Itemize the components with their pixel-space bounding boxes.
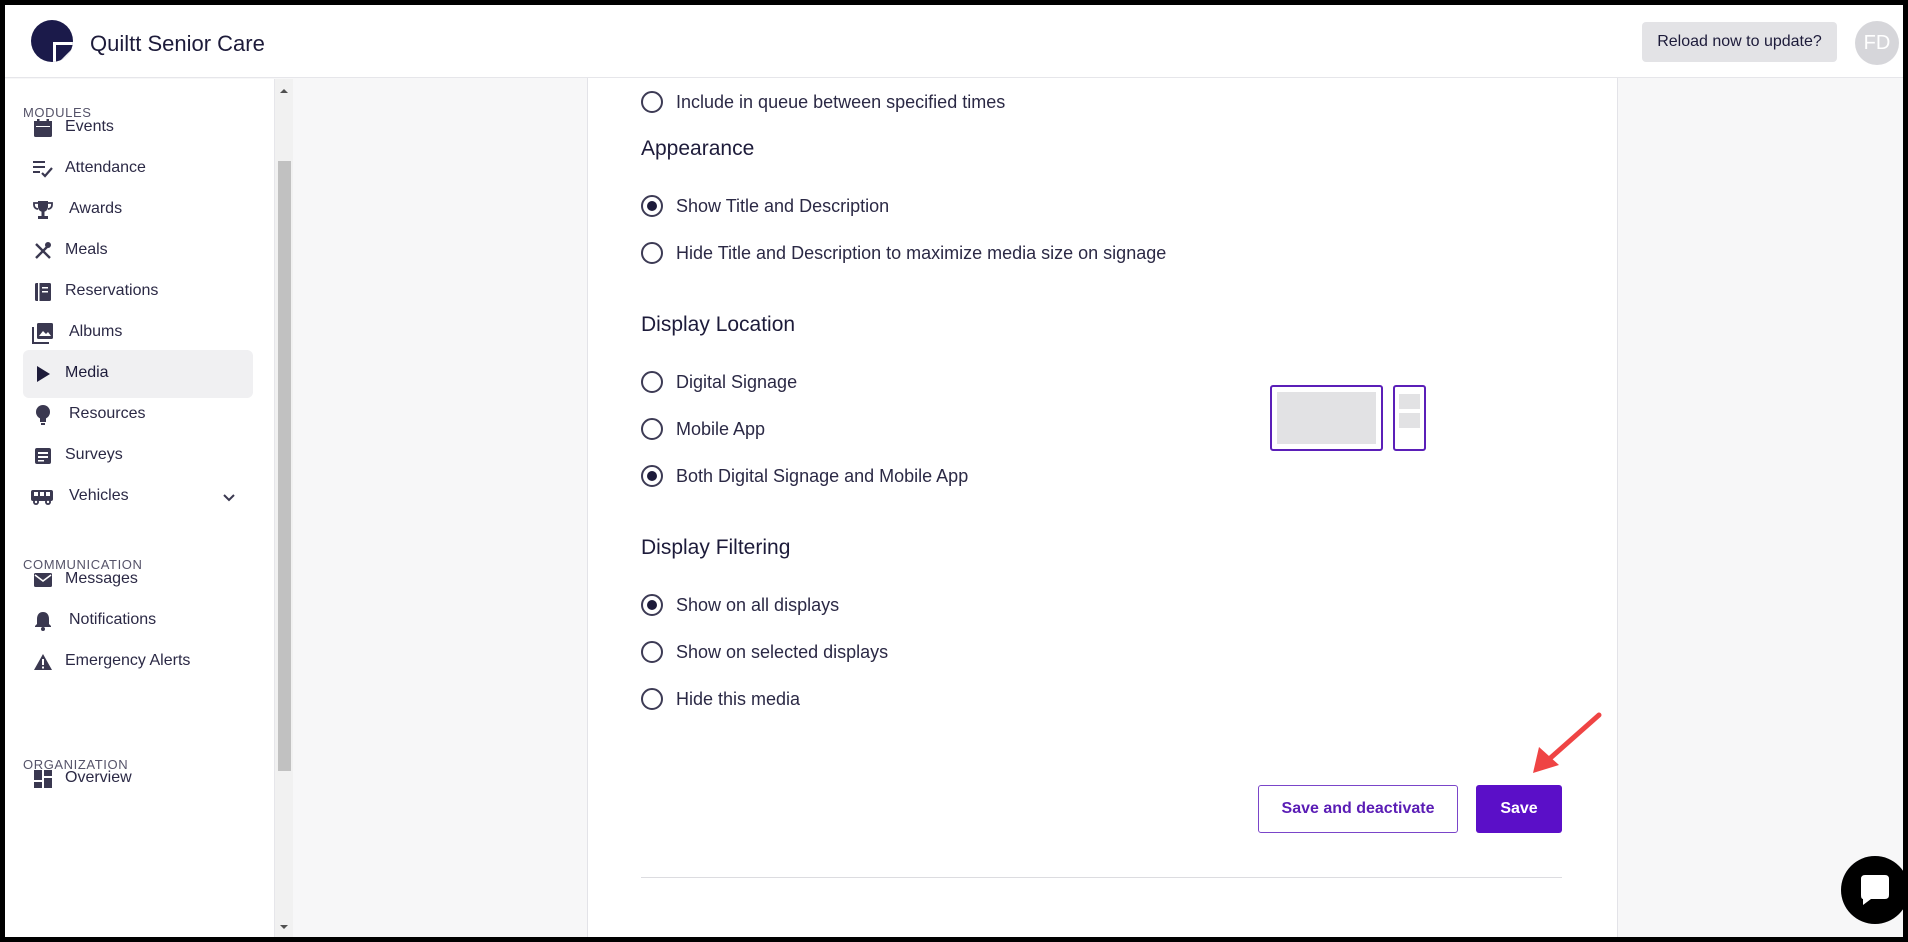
- queue-times-radio[interactable]: Include in queue between specified times: [641, 89, 1005, 115]
- sidebar-item-label: Attendance: [65, 159, 146, 176]
- media-settings-form: Include in queue between specified times…: [587, 78, 1618, 937]
- show-selected-displays-radio[interactable]: Show on selected displays: [641, 639, 888, 665]
- mobile-app-radio[interactable]: Mobile App: [641, 416, 765, 442]
- chat-launcher-button[interactable]: [1841, 856, 1903, 924]
- mail-icon: [31, 568, 55, 592]
- scroll-up-icon[interactable]: [278, 85, 290, 97]
- save-button[interactable]: Save: [1476, 785, 1562, 833]
- sidebar-item-label: Meals: [65, 241, 108, 258]
- sidebar-item-label: Surveys: [65, 446, 123, 463]
- bus-icon: [29, 485, 57, 509]
- radio-circle[interactable]: [641, 594, 663, 616]
- chevron-down-icon[interactable]: [219, 487, 239, 507]
- sidebar-item-label: Media: [65, 364, 109, 381]
- trophy-icon: [31, 198, 55, 222]
- hide-title-description-radio[interactable]: Hide Title and Description to maximize m…: [641, 240, 1166, 266]
- radio-circle[interactable]: [641, 641, 663, 663]
- warning-icon: [31, 650, 55, 674]
- sidebar-item-label: Awards: [69, 200, 123, 217]
- checklist-icon: [31, 157, 55, 181]
- reload-button[interactable]: Reload now to update?: [1642, 22, 1837, 62]
- play-icon: [31, 362, 55, 386]
- lightbulb-icon: [31, 403, 55, 427]
- sidebar-item-label: Overview: [65, 769, 132, 786]
- top-bar: Quiltt Senior Care Reload now to update?…: [5, 5, 1903, 78]
- mobile-preview-illustration: [1393, 385, 1426, 451]
- app-title: Quiltt Senior Care: [90, 31, 265, 56]
- scroll-down-icon[interactable]: [278, 921, 290, 933]
- sidebar-item-emergency-alerts[interactable]: Emergency Alerts: [23, 638, 253, 686]
- radio-circle[interactable]: [641, 688, 663, 710]
- sidebar-item-label: Notifications: [69, 611, 157, 628]
- photo-library-icon: [31, 321, 55, 345]
- show-title-description-radio[interactable]: Show Title and Description: [641, 193, 889, 219]
- radio-circle[interactable]: [641, 195, 663, 217]
- save-and-deactivate-button[interactable]: Save and deactivate: [1258, 785, 1458, 833]
- radio-circle[interactable]: [641, 371, 663, 393]
- annotation-arrow-icon: [1533, 712, 1602, 773]
- divider: [641, 877, 1562, 878]
- radio-circle[interactable]: [641, 418, 663, 440]
- signage-preview-illustration: [1270, 385, 1383, 451]
- radio-circle[interactable]: [641, 242, 663, 264]
- sidebar-item-label: Reservations: [65, 282, 159, 299]
- sidebar-item-label: Resources: [69, 405, 146, 422]
- app-window: Quiltt Senior Care Reload now to update?…: [5, 5, 1903, 937]
- hide-media-radio[interactable]: Hide this media: [641, 686, 800, 712]
- chat-icon: [1861, 875, 1889, 905]
- digital-signage-radio[interactable]: Digital Signage: [641, 369, 797, 395]
- bell-icon: [31, 609, 55, 633]
- sidebar-item-label: Vehicles: [69, 487, 129, 504]
- display-filtering-heading: Display Filtering: [641, 536, 791, 559]
- sidebar-item-label: Emergency Alerts: [65, 652, 191, 669]
- quiltt-logo: [31, 20, 73, 62]
- display-location-heading: Display Location: [641, 313, 796, 336]
- sidebar-scrollbar-thumb[interactable]: [278, 161, 291, 771]
- sidebar-item-overview[interactable]: Overview: [23, 755, 253, 803]
- sidebar: MODULES Events Attendance Awards Meals R…: [5, 79, 275, 937]
- show-all-displays-radio[interactable]: Show on all displays: [641, 592, 839, 618]
- sidebar-item-label: Messages: [65, 570, 138, 587]
- both-signage-mobile-radio[interactable]: Both Digital Signage and Mobile App: [641, 463, 968, 489]
- radio-circle[interactable]: [641, 91, 663, 113]
- appearance-heading: Appearance: [641, 137, 755, 160]
- sidebar-item-vehicles[interactable]: Vehicles: [23, 473, 253, 521]
- book-icon: [31, 280, 55, 304]
- dashboard-icon: [31, 767, 55, 791]
- calendar-icon: [31, 116, 55, 140]
- sidebar-item-label: Events: [65, 118, 114, 135]
- utensils-icon: [31, 239, 55, 263]
- survey-icon: [31, 444, 55, 468]
- sidebar-item-label: Albums: [69, 323, 123, 340]
- avatar[interactable]: FD: [1855, 21, 1899, 65]
- radio-circle[interactable]: [641, 465, 663, 487]
